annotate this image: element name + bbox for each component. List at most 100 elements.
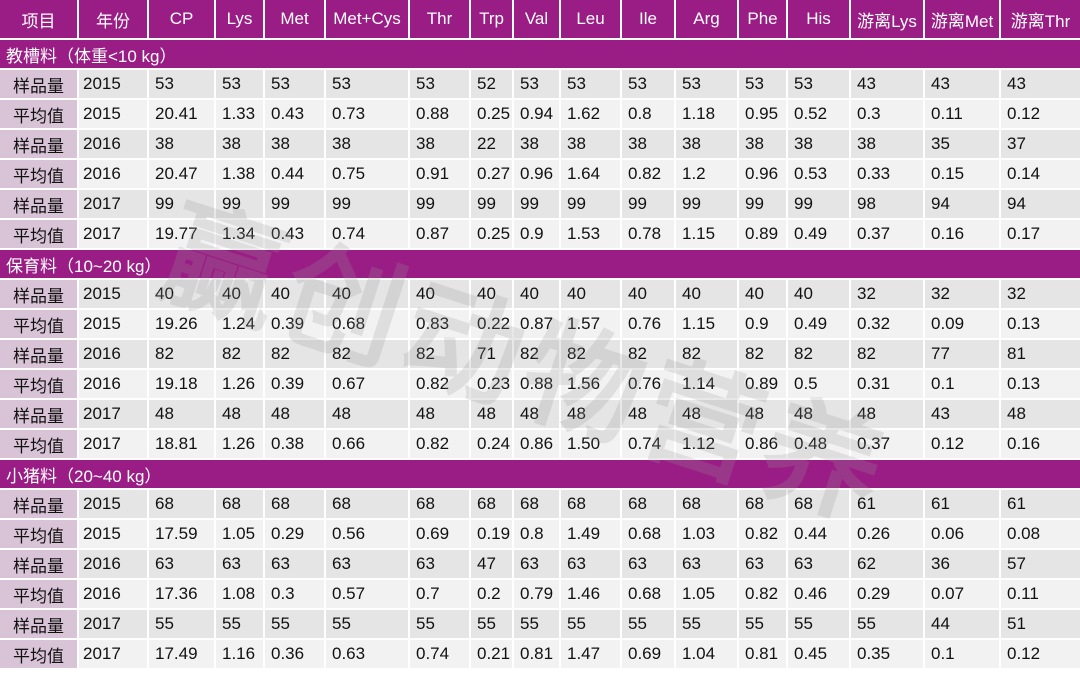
value-cell: 68 [621, 489, 676, 520]
value-cell: 98 [850, 189, 925, 220]
year-cell: 2017 [78, 219, 149, 250]
value-cell: 63 [675, 549, 739, 580]
year-cell: 2016 [78, 159, 149, 190]
value-cell: 32 [1000, 279, 1080, 310]
value-cell: 0.76 [621, 369, 676, 400]
value-cell: 0.19 [470, 519, 514, 550]
value-cell: 0.7 [409, 579, 471, 610]
value-cell: 99 [621, 189, 676, 220]
table-row: 平均值 2017 18.81 1.26 0.38 0.66 0.82 0.24 0.86 1.50… [0, 429, 1080, 460]
value-cell: 17.36 [148, 579, 216, 610]
year-cell: 2015 [78, 519, 149, 550]
table-row: 平均值 2016 19.18 1.26 0.39 0.67 0.82 0.23 0.88 1.56… [0, 369, 1080, 400]
value-cell: 0.68 [621, 579, 676, 610]
value-cell: 55 [850, 609, 925, 640]
table-row: 平均值 2016 20.47 1.38 0.44 0.75 0.91 0.27 0.96 1.64… [0, 159, 1080, 190]
table-row: 平均值 2015 17.59 1.05 0.29 0.56 0.69 0.19 0.8 1.49 0… [0, 519, 1080, 550]
value-cell: 1.50 [560, 429, 622, 460]
value-cell: 0.29 [264, 519, 326, 550]
year-cell: 2016 [78, 369, 149, 400]
value-cell: 0.37 [850, 429, 925, 460]
table-row: 样品量 2017 55 55 55 55 55 55 55 55 55 55 55 55 55 44 51 [0, 609, 1080, 640]
row-label: 样品量 [0, 489, 79, 520]
value-cell: 82 [215, 339, 265, 370]
column-header: Thr [409, 0, 471, 40]
value-cell: 40 [513, 279, 561, 310]
value-cell: 0.3 [264, 579, 326, 610]
value-cell: 0.27 [470, 159, 514, 190]
column-header: Val [513, 0, 561, 40]
value-cell: 0.15 [924, 159, 1001, 190]
value-cell: 38 [264, 129, 326, 160]
value-cell: 48 [560, 399, 622, 430]
value-cell: 1.15 [675, 219, 739, 250]
value-cell: 0.44 [787, 519, 851, 550]
value-cell: 20.47 [148, 159, 216, 190]
value-cell: 1.33 [215, 99, 265, 130]
value-cell: 0.69 [409, 519, 471, 550]
value-cell: 82 [264, 339, 326, 370]
value-cell: 0.29 [850, 579, 925, 610]
value-cell: 17.49 [148, 639, 216, 670]
value-cell: 1.34 [215, 219, 265, 250]
value-cell: 0.49 [787, 309, 851, 340]
value-cell: 38 [787, 129, 851, 160]
value-cell: 17.59 [148, 519, 216, 550]
table-row: 样品量 2015 53 53 53 53 53 52 53 53 53 53 53 53 43 43 43 [0, 69, 1080, 100]
value-cell: 0.87 [513, 309, 561, 340]
value-cell: 1.46 [560, 579, 622, 610]
value-cell: 82 [621, 339, 676, 370]
page: 项目 年份 CP Lys Met Met+Cys Thr Trp Val Leu Ile Arg Phe… [0, 0, 1080, 675]
value-cell: 82 [409, 339, 471, 370]
value-cell: 1.15 [675, 309, 739, 340]
value-cell: 40 [470, 279, 514, 310]
value-cell: 1.2 [675, 159, 739, 190]
value-cell: 32 [850, 279, 925, 310]
value-cell: 77 [924, 339, 1001, 370]
row-label: 样品量 [0, 189, 79, 220]
value-cell: 35 [924, 129, 1001, 160]
value-cell: 1.62 [560, 99, 622, 130]
value-cell: 1.38 [215, 159, 265, 190]
value-cell: 53 [215, 69, 265, 100]
value-cell: 0.91 [409, 159, 471, 190]
year-cell: 2017 [78, 399, 149, 430]
section-title: 小猪料（20~40 kg） [0, 459, 1080, 490]
column-header: 项目 [0, 0, 79, 40]
value-cell: 0.82 [409, 429, 471, 460]
value-cell: 1.18 [675, 99, 739, 130]
value-cell: 37 [1000, 129, 1080, 160]
value-cell: 1.16 [215, 639, 265, 670]
value-cell: 53 [513, 69, 561, 100]
value-cell: 99 [675, 189, 739, 220]
value-cell: 0.67 [325, 369, 410, 400]
value-cell: 0.11 [924, 99, 1001, 130]
value-cell: 0.53 [787, 159, 851, 190]
value-cell: 68 [148, 489, 216, 520]
value-cell: 0.75 [325, 159, 410, 190]
value-cell: 0.86 [738, 429, 788, 460]
amino-acid-table: 项目 年份 CP Lys Met Met+Cys Thr Trp Val Leu Ile Arg Phe… [0, 0, 1080, 670]
row-label: 样品量 [0, 399, 79, 430]
value-cell: 0.69 [621, 639, 676, 670]
value-cell: 0.25 [470, 219, 514, 250]
value-cell: 53 [325, 69, 410, 100]
value-cell: 0.82 [409, 369, 471, 400]
section-header-row: 教槽料（体重<10 kg） [0, 39, 1080, 70]
value-cell: 38 [850, 129, 925, 160]
value-cell: 43 [924, 69, 1001, 100]
value-cell: 55 [264, 609, 326, 640]
value-cell: 40 [621, 279, 676, 310]
value-cell: 0.88 [409, 99, 471, 130]
value-cell: 68 [675, 489, 739, 520]
row-label: 平均值 [0, 159, 79, 190]
value-cell: 99 [470, 189, 514, 220]
column-header: Leu [560, 0, 622, 40]
row-label: 平均值 [0, 639, 79, 670]
value-cell: 0.96 [513, 159, 561, 190]
value-cell: 0.95 [738, 99, 788, 130]
value-cell: 18.81 [148, 429, 216, 460]
value-cell: 0.06 [924, 519, 1001, 550]
value-cell: 0.73 [325, 99, 410, 130]
value-cell: 55 [560, 609, 622, 640]
